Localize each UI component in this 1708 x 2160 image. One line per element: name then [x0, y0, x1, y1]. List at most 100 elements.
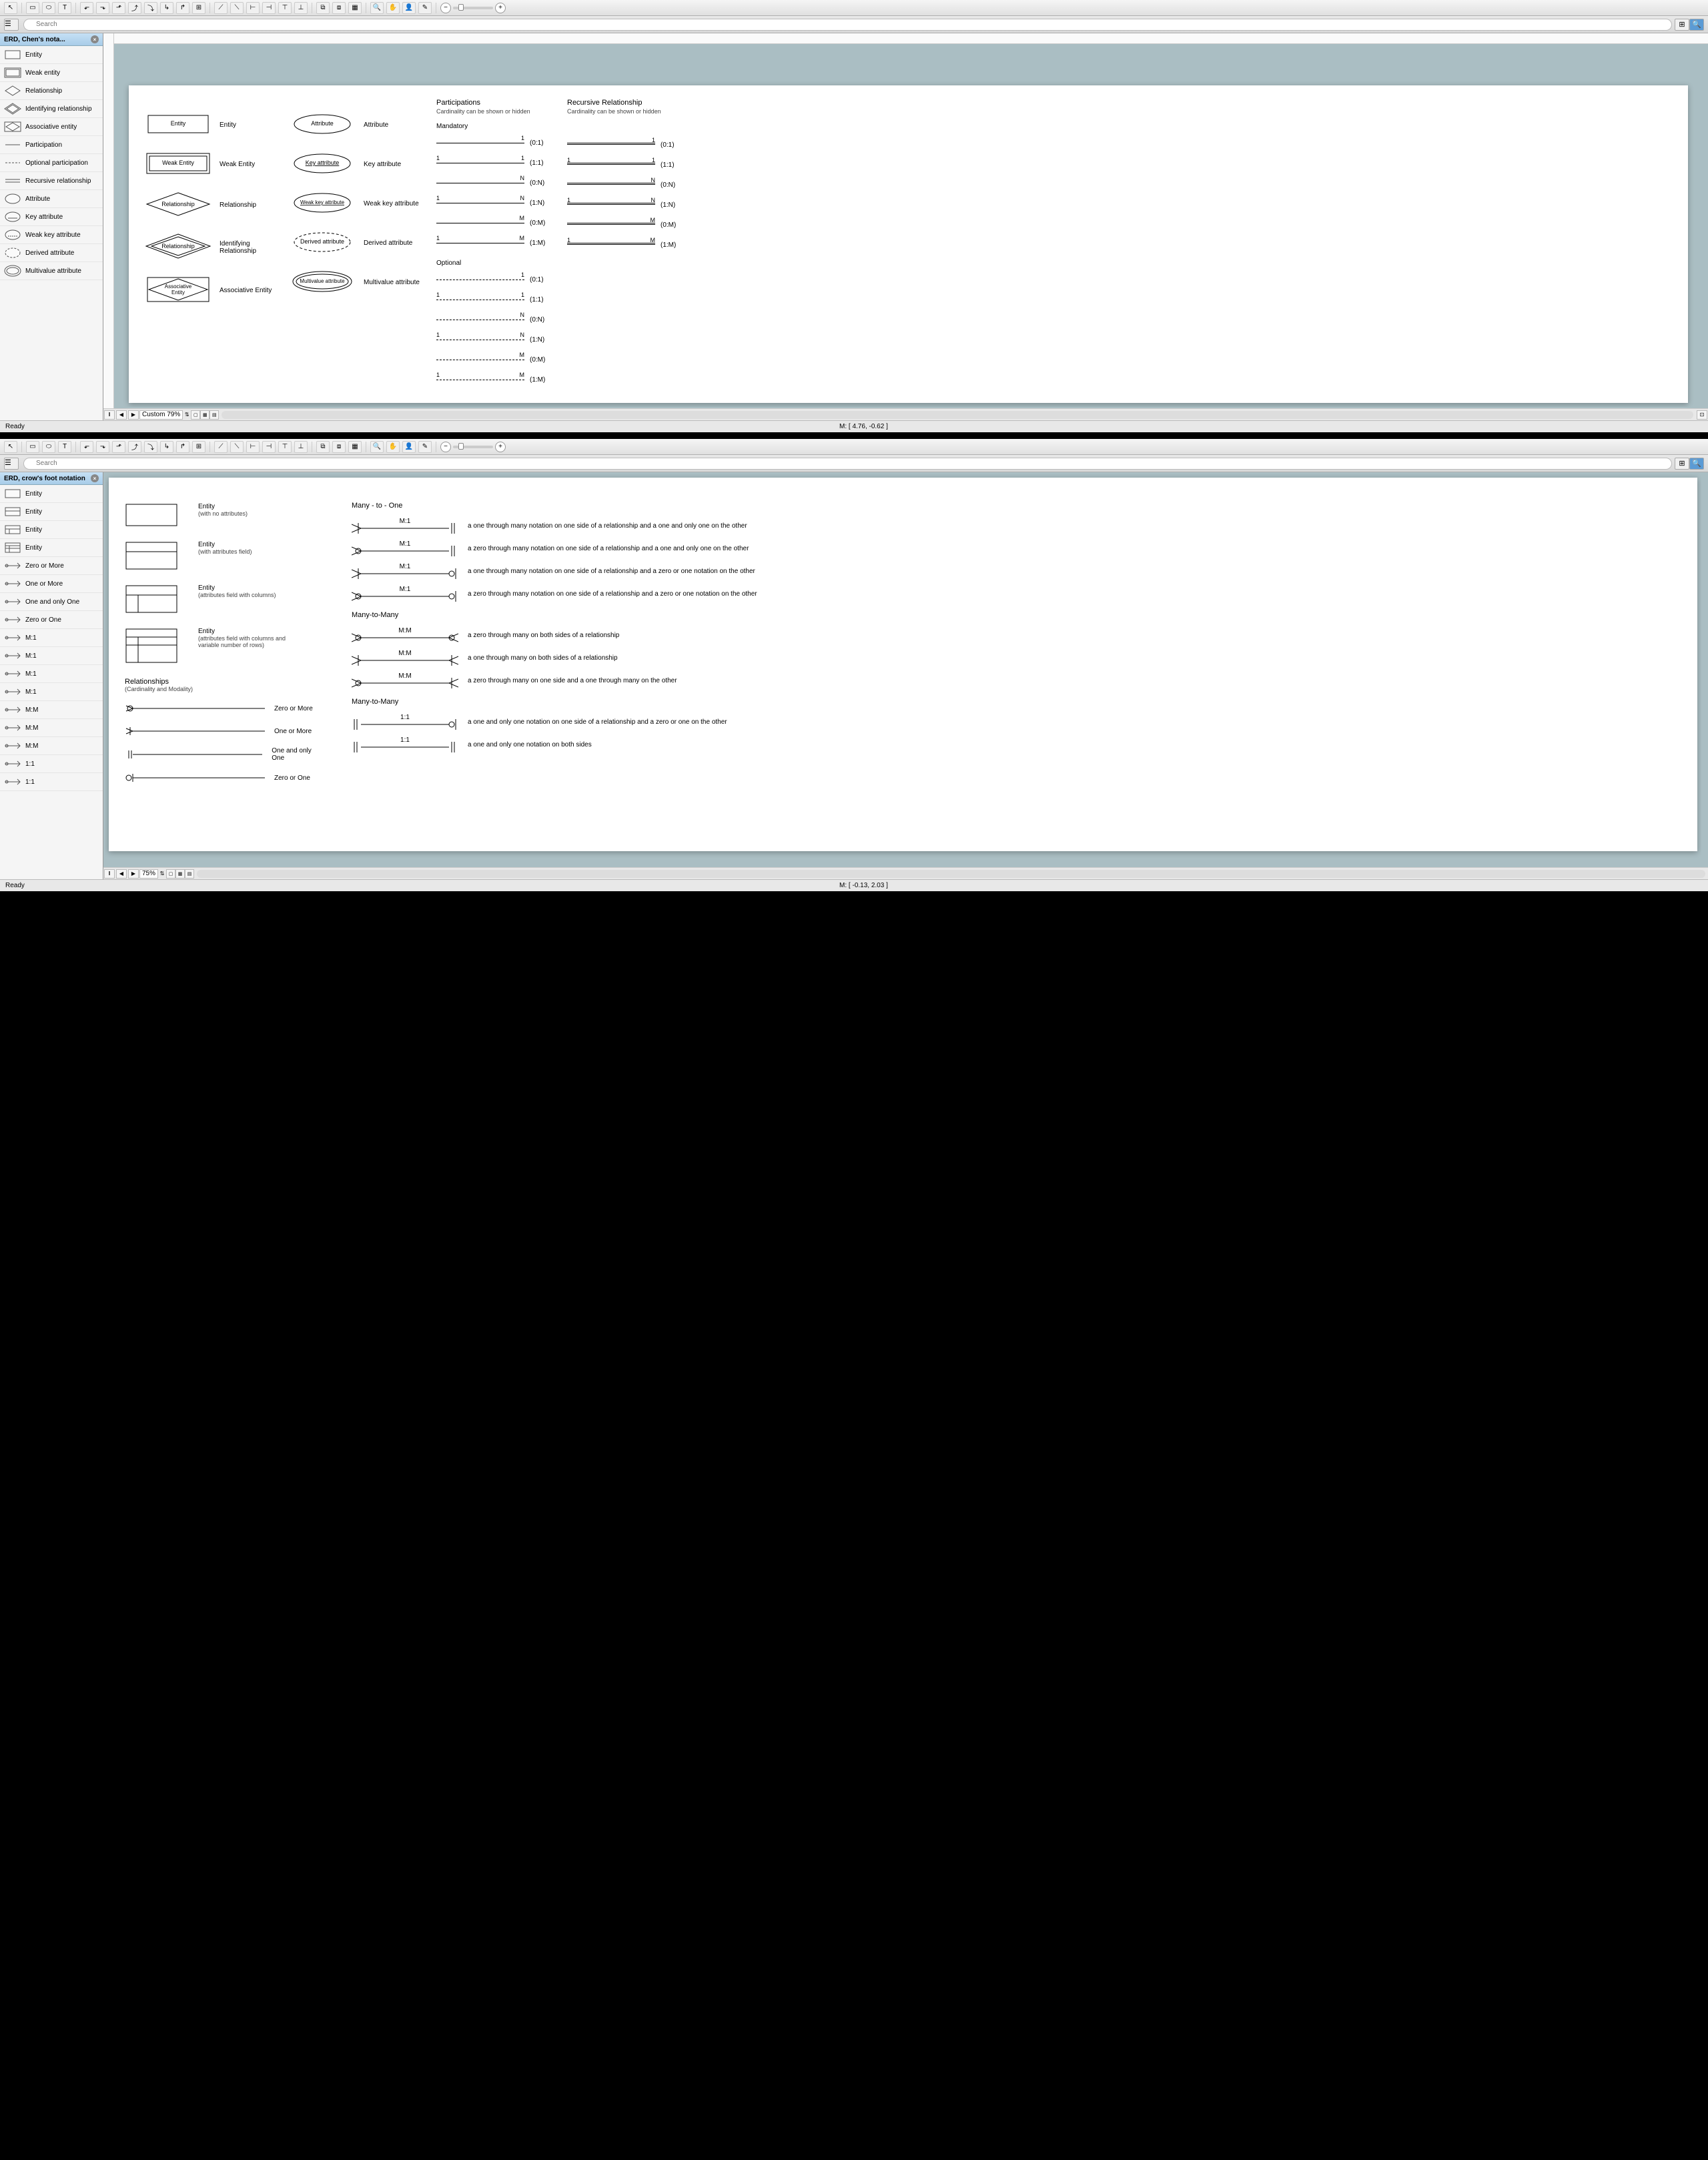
shape-item-assoc[interactable]: Associative entity — [0, 118, 103, 136]
pointer-button[interactable]: ↖ — [4, 2, 17, 14]
zoom-fit-button[interactable]: 👤 — [402, 2, 416, 14]
route2-button[interactable]: ⬏ — [112, 2, 125, 14]
shape-item-diamond[interactable]: Relationship — [0, 82, 103, 100]
zoom-in-button[interactable]: 🔍 — [370, 441, 384, 453]
zoom-level[interactable]: 75% — [139, 869, 158, 879]
group3-button[interactable]: ▦ — [348, 2, 362, 14]
view-mode-3[interactable]: ▤ — [185, 869, 194, 879]
search-icon[interactable]: 🔍 — [1689, 19, 1704, 31]
zoom-in-icon[interactable]: + — [495, 442, 506, 452]
eyedrop-button[interactable]: ✎ — [418, 2, 432, 14]
shape-item-rect-rows[interactable]: Entity — [0, 539, 103, 557]
shape-item-ellipse-key[interactable]: Key attribute — [0, 208, 103, 226]
ellipse-button[interactable]: ⬭ — [42, 441, 55, 453]
zoom-out-icon[interactable]: − — [440, 3, 451, 13]
line1-button[interactable]: ⟋ — [214, 441, 228, 453]
branch3-button[interactable]: ⊤ — [278, 2, 292, 14]
route1-button[interactable]: ⬎ — [96, 441, 109, 453]
shape-item-m1-d[interactable]: M:1 — [0, 683, 103, 701]
connector-button[interactable]: ⬐ — [80, 441, 93, 453]
shape-item-mm-c[interactable]: M:M — [0, 737, 103, 755]
hand-button[interactable]: ✋ — [386, 2, 400, 14]
shape-item-ellipse-dash[interactable]: Derived attribute — [0, 244, 103, 262]
route1-button[interactable]: ⬎ — [96, 2, 109, 14]
route6-button[interactable]: ↱ — [176, 2, 189, 14]
zoom-stepper-icon[interactable]: ⇅ — [183, 412, 191, 418]
shape-item-cf-1m[interactable]: One or More — [0, 575, 103, 593]
shape-item-mm-b[interactable]: M:M — [0, 719, 103, 737]
branch2-button[interactable]: ⊣ — [262, 2, 276, 14]
page-first-button[interactable]: ‖ — [104, 869, 115, 879]
eyedrop-button[interactable]: ✎ — [418, 441, 432, 453]
shape-item-cf-01[interactable]: Zero or One — [0, 611, 103, 629]
shape-item-rect-plain[interactable]: Entity — [0, 485, 103, 503]
canvas[interactable]: Entity(with no attributes)Entity(with at… — [105, 474, 1701, 866]
zoom-stepper-icon[interactable]: ⇅ — [158, 871, 166, 877]
shape-item-rect[interactable]: Entity — [0, 46, 103, 64]
route5-button[interactable]: ↳ — [160, 2, 173, 14]
shape-item-ellipse-dbl[interactable]: Multivalue attribute — [0, 262, 103, 280]
shape-item-11-b[interactable]: 1:1 — [0, 773, 103, 791]
group2-button[interactable]: ⧈ — [332, 441, 346, 453]
shape-item-rect-header[interactable]: Entity — [0, 503, 103, 521]
group2-button[interactable]: ⧈ — [332, 2, 346, 14]
shape-item-diamond-dbl[interactable]: Identifying relationship — [0, 100, 103, 118]
route6-button[interactable]: ↱ — [176, 441, 189, 453]
zoom-thumb[interactable] — [458, 4, 464, 11]
shape-item-rect-cols[interactable]: Entity — [0, 521, 103, 539]
zoom-thumb[interactable] — [458, 443, 464, 450]
view-mode-3[interactable]: ▤ — [209, 410, 219, 420]
shape-item-ellipse-weak[interactable]: Weak key attribute — [0, 226, 103, 244]
zoom-in-icon[interactable]: + — [495, 3, 506, 13]
close-icon[interactable]: × — [91, 35, 99, 43]
insert-button[interactable]: ⊞ — [192, 2, 205, 14]
insert-button[interactable]: ⊞ — [192, 441, 205, 453]
search-input[interactable] — [23, 458, 1672, 470]
text-button[interactable]: T — [58, 2, 71, 14]
shape-item-11-a[interactable]: 1:1 — [0, 755, 103, 773]
zoom-in-button[interactable]: 🔍 — [370, 2, 384, 14]
group3-button[interactable]: ▦ — [348, 441, 362, 453]
branch1-button[interactable]: ⊢ — [246, 2, 260, 14]
shape-item-line[interactable]: Participation — [0, 136, 103, 154]
text-button[interactable]: T — [58, 441, 71, 453]
zoom-level[interactable]: Custom 79% — [139, 410, 183, 420]
page-prev-button[interactable]: ◀ — [116, 869, 127, 879]
line1-button[interactable]: ⟋ — [214, 2, 228, 14]
shape-item-m1-c[interactable]: M:1 — [0, 665, 103, 683]
pointer-button[interactable]: ↖ — [4, 441, 17, 453]
tree-view-button[interactable]: ☰ — [4, 458, 19, 470]
page-next-button[interactable]: ▶ — [128, 869, 139, 879]
shape-item-line-dbl[interactable]: Recursive relationship — [0, 172, 103, 190]
zoom-slider[interactable]: −+ — [440, 442, 506, 452]
route4-button[interactable]: ⤵ — [144, 2, 157, 14]
branch3-button[interactable]: ⊤ — [278, 441, 292, 453]
route3-button[interactable]: ⤴ — [128, 441, 141, 453]
view-mode-2[interactable]: ▦ — [200, 410, 209, 420]
shape-item-cf-0m[interactable]: Zero or More — [0, 557, 103, 575]
zoom-out-icon[interactable]: − — [440, 442, 451, 452]
view-mode-1[interactable]: ▢ — [166, 869, 175, 879]
connector-button[interactable]: ⬐ — [80, 2, 93, 14]
group1-button[interactable]: ⧉ — [316, 2, 330, 14]
shape-item-cf-11[interactable]: One and only One — [0, 593, 103, 611]
zoom-fit-button[interactable]: 👤 — [402, 441, 416, 453]
h-scrollbar-track[interactable] — [222, 411, 1693, 419]
page-next-button[interactable]: ▶ — [128, 410, 139, 420]
h-scrollbar-track[interactable] — [197, 870, 1705, 878]
hand-button[interactable]: ✋ — [386, 441, 400, 453]
shape-item-m1-b[interactable]: M:1 — [0, 647, 103, 665]
group1-button[interactable]: ⧉ — [316, 441, 330, 453]
branch4-button[interactable]: ⊥ — [294, 2, 308, 14]
fit-button[interactable]: ⊡ — [1697, 410, 1707, 420]
tree-view-button[interactable]: ☰ — [4, 19, 19, 31]
shape-item-m1-a[interactable]: M:1 — [0, 629, 103, 647]
shape-item-rect-dbl[interactable]: Weak entity — [0, 64, 103, 82]
shape-item-line-dash[interactable]: Optional participation — [0, 154, 103, 172]
rect-button[interactable]: ▭ — [26, 441, 39, 453]
page-first-button[interactable]: ‖ — [104, 410, 115, 420]
line2-button[interactable]: ⟍ — [230, 2, 244, 14]
grid-view-button[interactable]: ⊞ — [1675, 19, 1689, 31]
close-icon[interactable]: × — [91, 474, 99, 482]
shape-item-mm-a[interactable]: M:M — [0, 701, 103, 719]
